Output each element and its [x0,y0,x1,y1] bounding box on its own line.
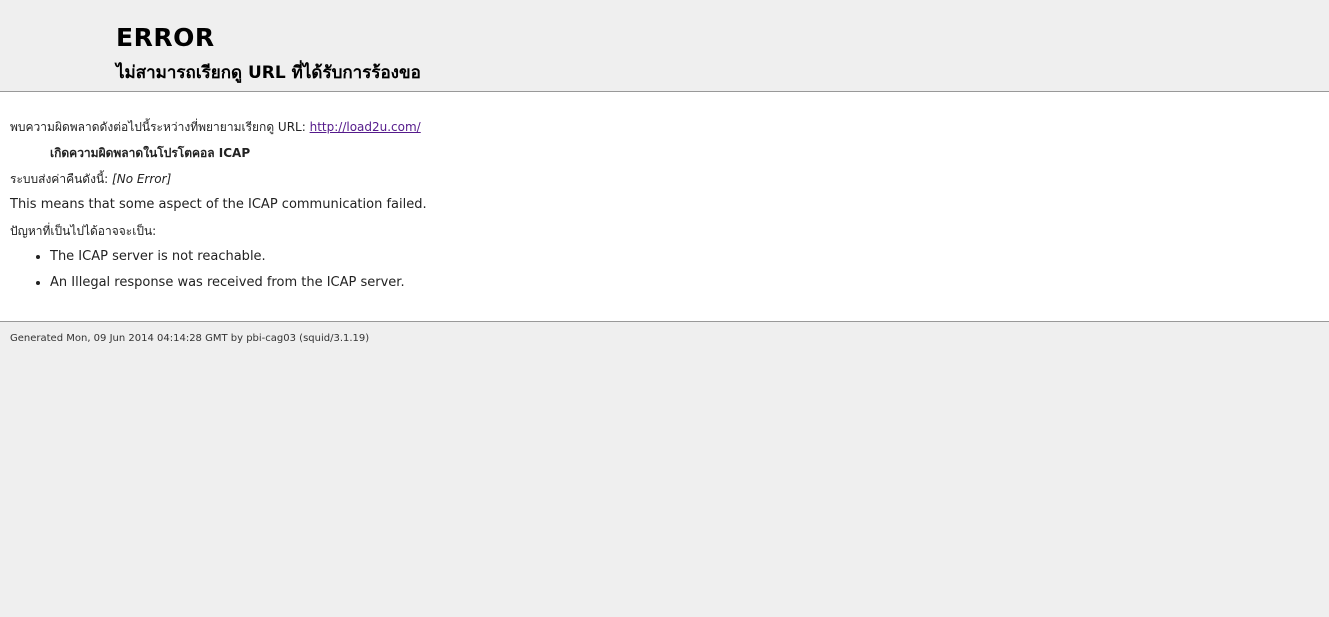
system-reply-line: ระบบส่งค่าคืนดังนี้: [No Error] [10,166,1319,192]
list-item: An Illegal response was received from th… [50,270,1319,296]
requested-url-link[interactable]: http://load2u.com/ [310,120,421,134]
footer: Generated Mon, 09 Jun 2014 04:14:28 GMT … [0,322,1329,346]
explanation-text: This means that some aspect of the ICAP … [10,197,427,212]
error-heading: ERROR [116,23,215,52]
causes-list: The ICAP server is not reachable. An Ill… [10,244,1319,296]
intro-text: พบความผิดพลาดดังต่อไปนี้ระหว่างที่พยายาม… [10,120,310,134]
error-content: พบความผิดพลาดดังต่อไปนี้ระหว่างที่พยายาม… [0,92,1329,322]
error-title: เกิดความผิดพลาดในโปรโตคอล ICAP [50,146,251,160]
system-reply-label: ระบบส่งค่าคืนดังนี้: [10,172,113,186]
causes-label: ปัญหาที่เป็นไปได้อาจจะเป็น: [10,224,157,238]
list-item: The ICAP server is not reachable. [50,244,1319,270]
system-reply-value: [No Error] [112,172,172,186]
titles-header: ERROR ไม่สามารถเรียกดู URL ที่ได้รับการร… [0,0,1329,92]
generated-info: Generated Mon, 09 Jun 2014 04:14:28 GMT … [10,333,370,344]
error-subheading: ไม่สามารถเรียกดู URL ที่ได้รับการร้องขอ [116,63,421,83]
intro-line: พบความผิดพลาดดังต่อไปนี้ระหว่างที่พยายาม… [10,114,1319,140]
